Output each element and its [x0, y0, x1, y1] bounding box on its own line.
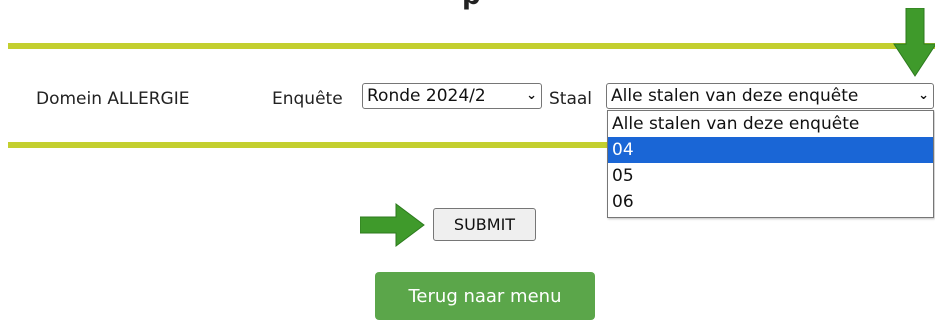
staal-dropdown-list: Alle stalen van deze enquête 04 05 06 — [607, 110, 934, 218]
chevron-down-icon: ⌄ — [918, 88, 929, 103]
staal-select[interactable]: Alle stalen van deze enquête ⌄ — [606, 83, 934, 109]
enquete-select[interactable]: Ronde 2024/2 ⌄ — [362, 83, 542, 109]
submit-button[interactable]: SUBMIT — [433, 208, 536, 241]
domain-label: Domein ALLERGIE — [36, 89, 190, 109]
staal-select-value: Alle stalen van deze enquête — [611, 86, 859, 106]
enquete-select-value: Ronde 2024/2 — [367, 86, 486, 106]
right-arrow-icon — [360, 203, 425, 247]
staal-label: Staal — [549, 89, 593, 109]
top-divider — [8, 43, 935, 49]
back-to-menu-button[interactable]: Terug naar menu — [375, 272, 595, 320]
staal-option-highlighted[interactable]: 04 — [608, 137, 933, 163]
staal-option[interactable]: Alle stalen van deze enquête — [608, 111, 933, 137]
cut-off-title: p — [462, 0, 481, 9]
bottom-divider — [8, 142, 608, 148]
enquete-label: Enquête — [272, 89, 343, 109]
down-arrow-icon — [893, 8, 935, 77]
staal-option[interactable]: 06 — [608, 189, 933, 215]
chevron-down-icon: ⌄ — [526, 88, 537, 103]
staal-option[interactable]: 05 — [608, 163, 933, 189]
